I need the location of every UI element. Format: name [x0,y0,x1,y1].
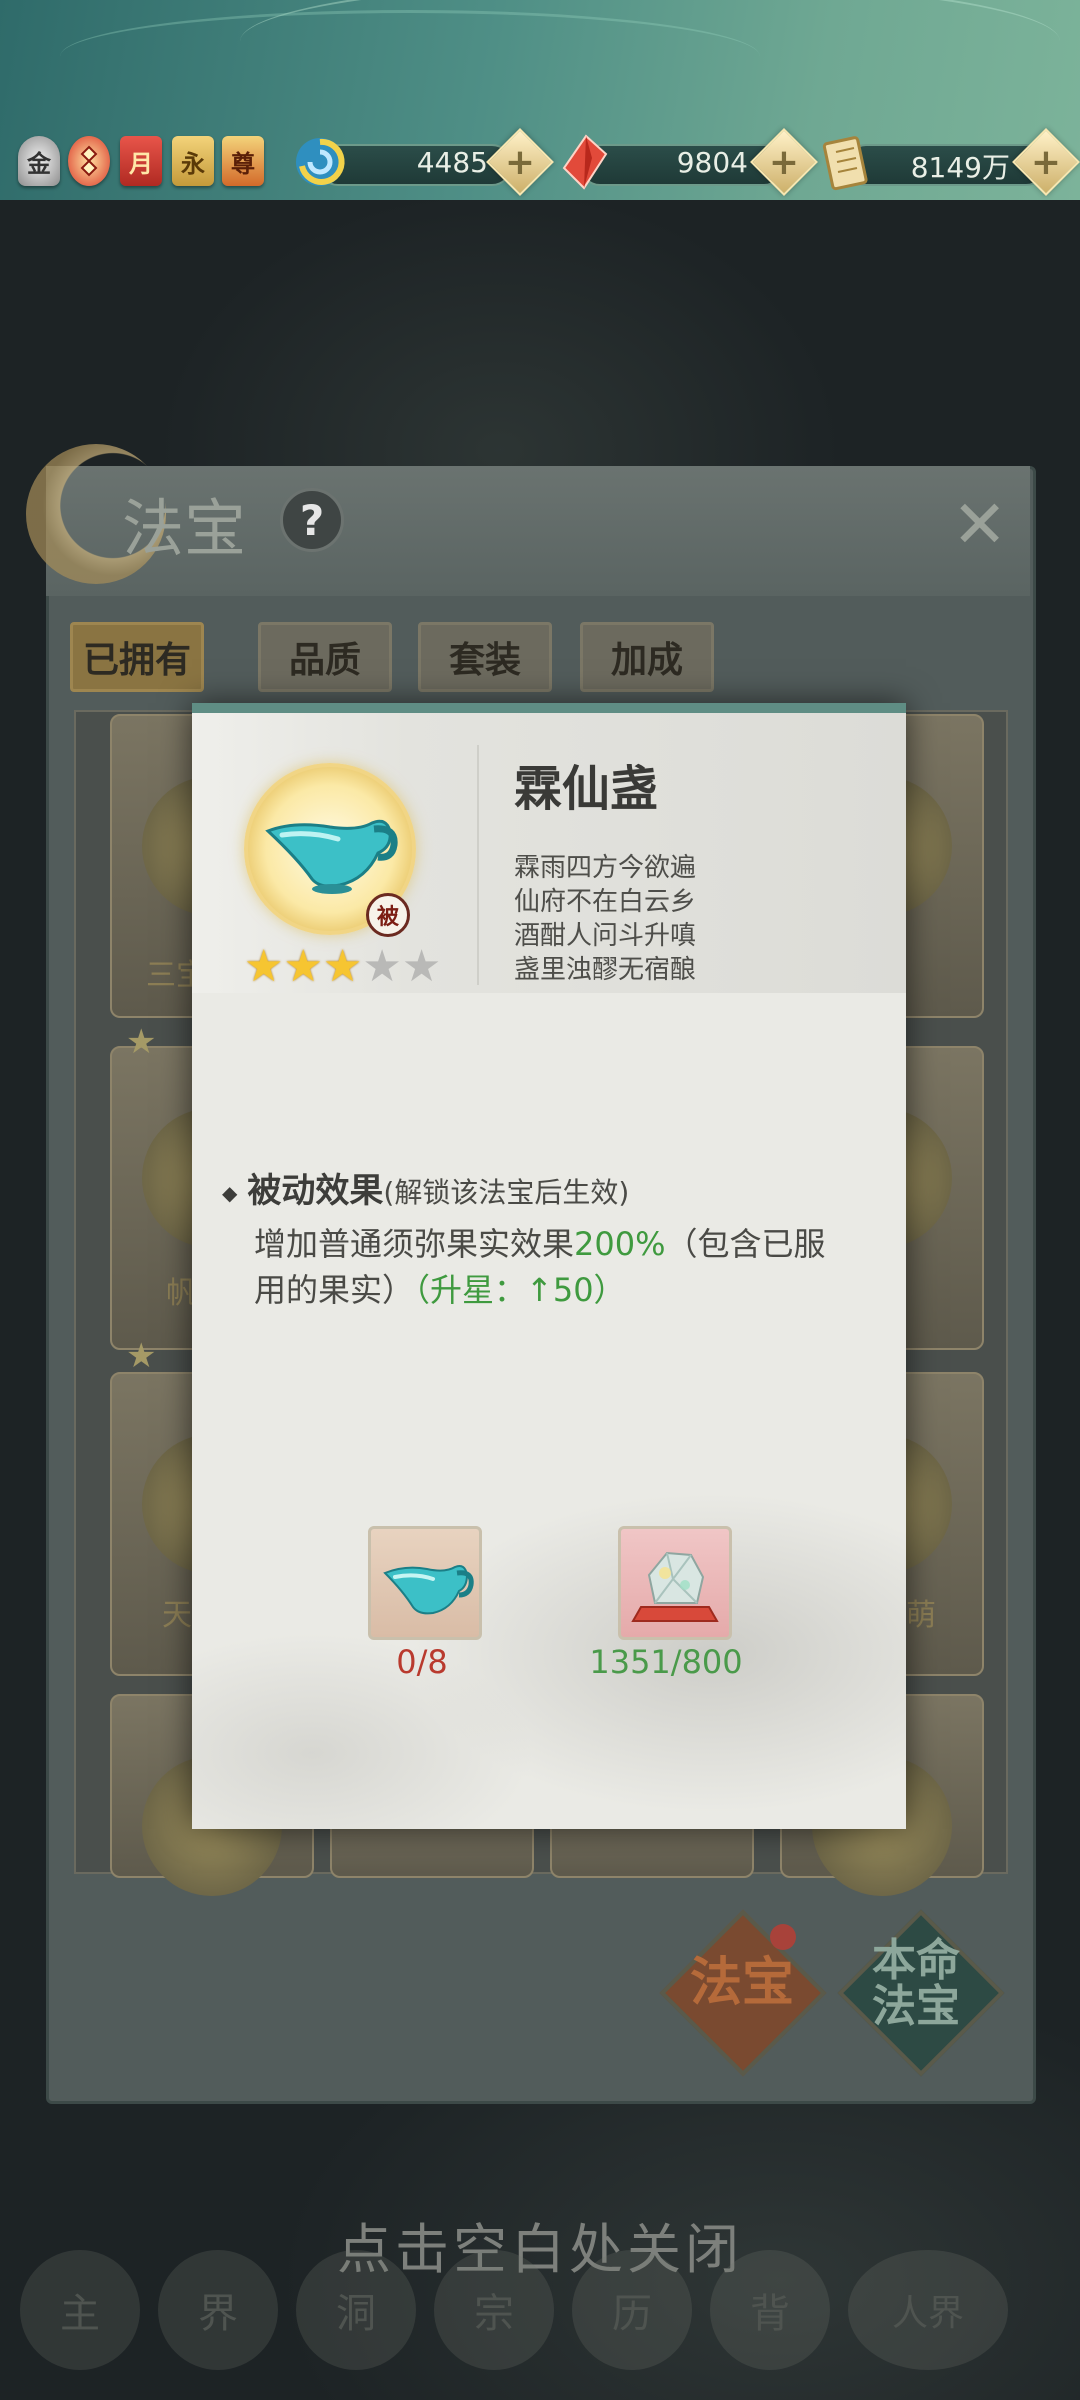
gold-vip-badge[interactable]: 金 [18,136,60,186]
ink-wash-decoration [192,1413,906,1829]
help-button[interactable]: ? [280,488,344,552]
panel-title: 法宝 [122,492,247,565]
passive-badge: 被 [366,893,410,937]
effect-title: 被动效果 [247,1171,384,1211]
resource-value: 4485 [416,146,488,179]
nav-item[interactable]: 背 [710,2250,830,2370]
resource-value: 8149万 [910,151,1010,184]
effect-percent: 200% [574,1225,666,1263]
poem-line: 霖雨四方今欲遍 [514,853,697,883]
spirit-stone-icon [631,1551,719,1622]
star-filled-icon: ★ [283,941,323,992]
effect-text: 增加普通须弥果实效果 [254,1225,575,1263]
tab-set[interactable]: 套装 [418,622,552,692]
upgrade-bonus: （升星：↑50） [414,1271,626,1309]
fabao-card-name: 天 [162,1598,192,1633]
nav-item[interactable]: 历 [572,2250,692,2370]
material-count: 0/8 [396,1643,448,1681]
nav-item[interactable]: 主 [20,2250,140,2370]
benming-button-label: 本命 法宝 [872,1935,960,2033]
nav-item[interactable]: 宗 [434,2250,554,2370]
fabao-card-name: 萌 [906,1598,936,1633]
star-rating: ★ ★ ★ ★ ★ [244,945,441,989]
tab-quality[interactable]: 品质 [258,622,392,692]
teacup-icon [265,819,398,894]
poem-line: 仙府不在白云乡 [514,887,697,917]
close-icon[interactable]: ✕ [952,486,1007,563]
bottom-nav: 主 界 洞 宗 历 背 人界 [20,2250,1060,2400]
diamond-bullet-icon: ◆ [222,1180,238,1205]
material-count: 1351/800 [589,1643,743,1681]
fabao-button-label: 法宝 [689,1952,794,2013]
divider [477,745,479,985]
effect-description: 增加普通须弥果实效果200%（包含已服用的果实）（升星：↑50） [254,1221,854,1313]
resource-value: 9804 [676,146,748,179]
fabao-detail-modal[interactable]: 被 ★ ★ ★ ★ ★ 霖仙盏 霖雨四方今欲遍 仙府不在白云乡 酒酣人问斗升嗔 盏里浊醪… [192,703,906,1829]
teacup-icon [383,1565,474,1615]
star-icon: ★ [126,1022,157,1062]
nav-item[interactable]: 界 [158,2250,278,2370]
material-slot[interactable] [618,1526,732,1640]
monthly-card-badge[interactable]: 月 [120,136,162,186]
premium-badge[interactable]: 尊 [222,136,264,186]
tab-bonus[interactable]: 加成 [580,622,714,692]
effect-note: (解锁该法宝后生效) [383,1176,630,1209]
effect-heading: ◆ 被动效果(解锁该法宝后生效) [222,1163,629,1212]
nav-item[interactable]: 洞 [296,2250,416,2370]
star-filled-icon: ★ [322,941,363,992]
nav-item[interactable]: 人界 [848,2250,1008,2370]
star-filled-icon: ★ [244,941,284,992]
star-empty-icon: ★ [362,941,402,992]
item-poem: 霖雨四方今欲遍 仙府不在白云乡 酒酣人问斗升嗔 盏里浊醪无宿酿 [514,851,696,987]
knot-icon [80,145,98,177]
star-empty-icon: ★ [401,941,442,992]
star-icon: ★ [126,1336,157,1376]
notification-dot [770,1924,796,1950]
banner-decoration [60,10,760,103]
poem-line: 酒酣人问斗升嗔 [514,921,697,951]
poem-line: 盏里浊醪无宿酿 [514,955,697,985]
event-badge-icon[interactable] [68,136,110,186]
permanent-card-badge[interactable]: 永 [172,136,214,186]
item-name: 霖仙盏 [514,761,659,817]
material-slot[interactable] [368,1526,482,1640]
tab-owned[interactable]: 已拥有 [70,622,204,692]
